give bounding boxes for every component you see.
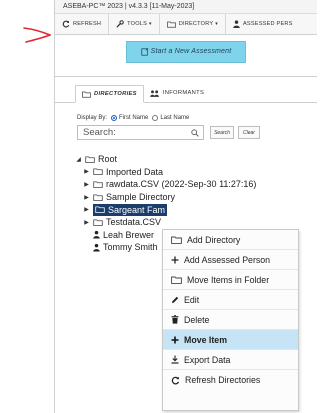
folder-icon (171, 236, 182, 244)
first-name-radio-label: First Name (119, 115, 149, 121)
clear-button[interactable]: Clear (238, 126, 260, 139)
wrench-icon (116, 20, 124, 28)
menu-item-edit[interactable]: Edit (163, 290, 298, 310)
tab-informants-label: INFORMANTS (162, 90, 205, 96)
menu-item-label: Add Assessed Person (184, 254, 271, 265)
divider (55, 76, 317, 77)
folder-icon (93, 219, 103, 226)
start-new-assessment-button[interactable]: Start a New Assessment (126, 40, 246, 63)
context-menu: Add Directory Add Assessed Person Move I… (162, 229, 299, 411)
folder-icon (93, 194, 103, 201)
search-box (77, 125, 204, 140)
folder-icon (166, 21, 176, 28)
screenshot: ASEBA-PC™ 2023 | v4.3.3 [11-May-2023] RE… (0, 0, 317, 413)
chevron-down-icon: ▾ (149, 21, 152, 27)
menu-item-label: Edit (184, 294, 200, 305)
search-row: Search Clear (77, 125, 317, 140)
trash-icon (171, 315, 179, 324)
search-input[interactable] (83, 127, 183, 138)
tree-item-folder[interactable]: ▶ Sample Directory (55, 191, 317, 204)
tree-root[interactable]: ◢ Root (55, 153, 317, 166)
collapsed-arrow-icon: ▶ (84, 207, 89, 214)
last-name-radio-label: Last Name (160, 115, 190, 121)
chevron-down-icon: ▾ (215, 21, 218, 27)
selected-item-chip: Sargeant Fam (93, 203, 168, 216)
collapsed-arrow-icon: ▶ (84, 181, 89, 188)
folder-icon (85, 156, 95, 163)
tools-button-label: TOOLS (127, 21, 148, 27)
refresh-icon (171, 376, 180, 384)
tree-item-label: Tommy Smith (103, 242, 158, 253)
tree-item-label: Testdata.CSV (106, 217, 162, 228)
folder-icon (82, 91, 91, 98)
directory-button-label: DIRECTORY (178, 21, 214, 27)
tab-directories[interactable]: DIRECTORIES (75, 85, 144, 103)
menu-item-add-directory[interactable]: Add Directory (163, 230, 298, 250)
tree-item-folder[interactable]: ▶ Imported Data (55, 166, 317, 179)
menu-item-label: Refresh Directories (185, 375, 261, 385)
annotation-arrow-top (23, 27, 51, 43)
plus-icon (171, 336, 179, 343)
tree-item-folder[interactable]: ▶ rawdata.CSV (2022-Sep-30 11:27:16) (55, 178, 317, 191)
display-by-row: Display By: First Name Last Name (77, 115, 317, 121)
tab-directories-label: DIRECTORIES (94, 91, 137, 97)
menu-item-label: Export Data (184, 354, 231, 365)
assessed-button-label: ASSESSED PERS (243, 21, 293, 27)
tree-root-label: Root (98, 154, 118, 165)
directory-menu-button[interactable]: DIRECTORY ▾ (160, 14, 226, 34)
tree-item-label: Leah Brewer (103, 229, 155, 240)
folder-icon (93, 181, 103, 188)
refresh-button-label: REFRESH (73, 21, 102, 27)
menu-item-label: Move Item (184, 334, 228, 345)
tree-item-folder-selected[interactable]: ▶ Sargeant Fam (55, 203, 317, 216)
expanded-arrow-icon: ◢ (76, 156, 81, 163)
plus-icon (171, 256, 179, 263)
tree-item-label: Imported Data (106, 166, 164, 177)
new-assessment-area: Start a New Assessment (55, 35, 317, 68)
collapsed-arrow-icon: ▶ (84, 194, 89, 201)
menu-item-label: Delete (184, 314, 210, 325)
menu-item-refresh-directories[interactable]: Refresh Directories (163, 370, 298, 390)
menu-item-delete[interactable]: Delete (163, 310, 298, 330)
people-icon (149, 89, 159, 97)
menu-item-label: Move Items in Folder (187, 274, 270, 285)
refresh-button[interactable]: REFRESH (55, 14, 110, 34)
tree-item-label: rawdata.CSV (2022-Sep-30 11:27:16) (106, 179, 257, 190)
tab-informants[interactable]: INFORMANTS (144, 84, 210, 102)
refresh-icon (62, 20, 70, 28)
new-document-icon (141, 47, 149, 56)
tab-bar: DIRECTORIES INFORMANTS (55, 83, 317, 103)
folder-icon (93, 168, 103, 176)
menu-item-export-data[interactable]: Export Data (163, 350, 298, 370)
folder-icon (95, 206, 105, 214)
last-name-radio[interactable] (152, 115, 159, 121)
start-new-assessment-label: Start a New Assessment (150, 48, 232, 55)
collapsed-arrow-icon: ▶ (84, 219, 89, 226)
tree-item-label: Sample Directory (106, 192, 176, 203)
search-icon (191, 128, 199, 137)
folder-icon (171, 276, 182, 284)
collapsed-arrow-icon: ▶ (84, 169, 89, 176)
person-icon (233, 20, 240, 28)
search-button[interactable]: Search (210, 126, 234, 139)
toolbar: REFRESH TOOLS ▾ DIRECTORY ▾ ASSESSED PER… (55, 13, 317, 35)
menu-item-label: Add Directory (187, 234, 241, 245)
first-name-radio[interactable] (111, 115, 118, 121)
pencil-icon (172, 296, 179, 303)
menu-item-add-assessed-person[interactable]: Add Assessed Person (163, 250, 298, 270)
window-title: ASEBA-PC™ 2023 | v4.3.3 [11-May-2023] (55, 0, 317, 13)
tree-item-folder[interactable]: ▶ Testdata.CSV (55, 216, 317, 229)
tools-menu-button[interactable]: TOOLS ▾ (109, 14, 160, 34)
menu-item-move-items-in-folder[interactable]: Move Items in Folder (163, 270, 298, 290)
person-icon (93, 243, 100, 252)
assessed-person-menu-button[interactable]: ASSESSED PERS (226, 14, 300, 34)
menu-item-move-item[interactable]: Move Item (163, 330, 298, 350)
display-by-label: Display By: (77, 115, 108, 121)
person-icon (93, 231, 100, 239)
download-icon (171, 355, 179, 364)
tree-item-label: Sargeant Fam (108, 204, 166, 215)
